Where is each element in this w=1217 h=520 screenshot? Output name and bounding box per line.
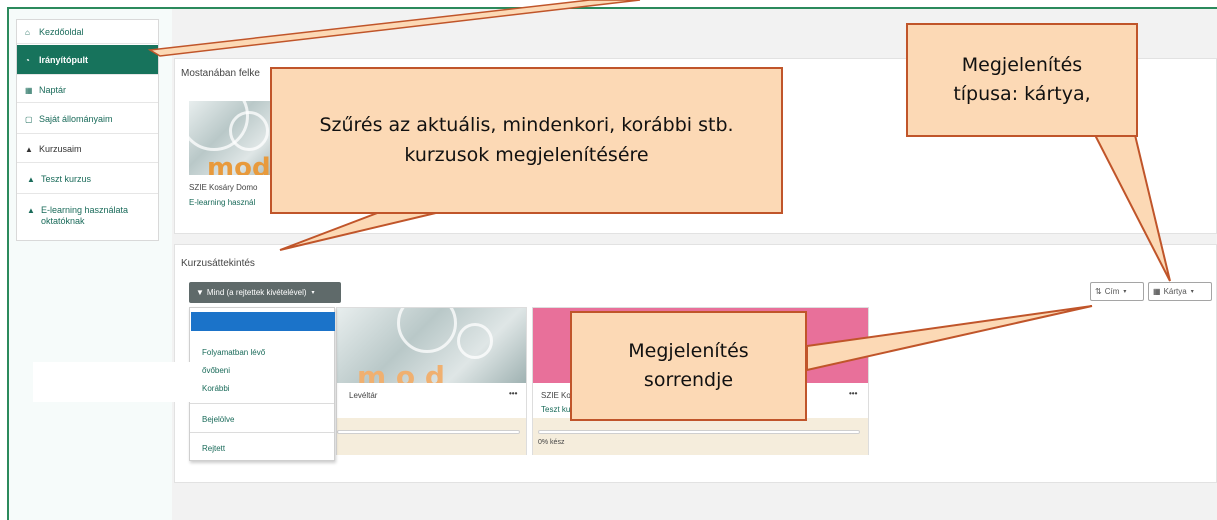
callout-tail xyxy=(806,305,1093,372)
pointer-arrow xyxy=(147,0,641,57)
callout-tail xyxy=(1093,134,1171,282)
callout-text: Szűrés az aktuális, mindenkori, korábbi … xyxy=(319,114,734,166)
callout-tail xyxy=(279,211,441,251)
callout-sort-order: Megjelenítés sorrendje xyxy=(570,311,807,421)
callout-text: Megjelenítés sorrendje xyxy=(628,339,749,391)
callout-filter: Szűrés az aktuális, mindenkori, korábbi … xyxy=(270,67,783,214)
callout-view-type: Megjelenítés típusa: kártya, xyxy=(906,23,1138,137)
callout-text: Megjelenítés típusa: kártya, xyxy=(953,53,1091,105)
